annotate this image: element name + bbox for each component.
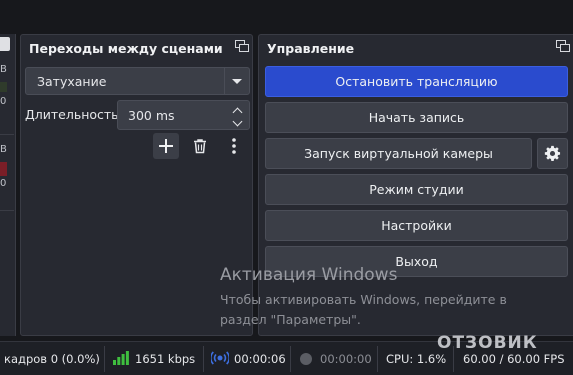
fps: 60.00 / 60.00 FPS: [463, 352, 565, 366]
virtual-camera-settings-button[interactable]: [537, 138, 568, 169]
site-watermark: ОТЗОВИК: [437, 333, 538, 353]
divider: [203, 346, 204, 372]
cpu-usage: CPU: 1.6%: [386, 352, 447, 366]
stop-streaming-button[interactable]: Остановить трансляцию: [265, 66, 568, 97]
dropped-frames: кадров 0 (0.0%): [4, 352, 100, 366]
audio-mixer-edge: B 0 B 0: [0, 34, 16, 336]
transition-menu-button[interactable]: [221, 133, 247, 159]
record-indicator-icon: [300, 353, 312, 365]
duration-label: Длительность: [25, 107, 119, 122]
undock-icon[interactable]: [556, 40, 570, 52]
signal-bars-icon: [113, 351, 129, 365]
activation-watermark-title: Активация Windows: [220, 265, 398, 285]
activation-watermark-text: Чтобы активировать Windows, перейдите в …: [220, 290, 507, 330]
gear-icon: [544, 145, 561, 161]
undock-icon[interactable]: [235, 40, 249, 52]
divider: [377, 346, 378, 372]
activation-line: раздел "Параметры".: [220, 312, 361, 327]
undock-icon[interactable]: [0, 37, 10, 51]
trash-icon: [194, 139, 206, 154]
live-stream-icon: [211, 351, 229, 365]
chevron-down-icon[interactable]: [232, 116, 243, 127]
volume-meter-peak: [0, 162, 7, 176]
divider: [0, 134, 14, 135]
divider: [104, 346, 105, 372]
divider: [0, 210, 14, 211]
mixer-value: 0: [0, 96, 7, 107]
add-icon: [159, 139, 173, 153]
activation-line: Чтобы активировать Windows, перейдите в: [220, 292, 507, 307]
more-vertical-icon: [232, 138, 236, 154]
start-recording-button[interactable]: Начать запись: [265, 102, 568, 133]
panel-title: Управление: [267, 41, 355, 56]
mixer-value: 0: [0, 178, 7, 189]
transition-select[interactable]: Затухание: [25, 67, 250, 95]
divider: [290, 346, 291, 372]
mixer-label: B: [0, 144, 7, 155]
remove-transition-button[interactable]: [187, 133, 213, 159]
duration-input[interactable]: 300 ms: [117, 100, 250, 130]
record-time: 00:00:00: [320, 352, 372, 366]
start-virtual-camera-button[interactable]: Запуск виртуальной камеры: [265, 138, 532, 169]
panel-title: Переходы между сценами: [29, 41, 223, 56]
studio-mode-button[interactable]: Режим студии: [265, 174, 568, 205]
transition-select-value: Затухание: [37, 74, 107, 89]
mixer-label: B: [0, 64, 7, 75]
chevron-up-icon[interactable]: [232, 106, 243, 118]
add-transition-button[interactable]: [153, 133, 179, 159]
settings-button[interactable]: Настройки: [265, 210, 568, 241]
volume-meter: [0, 82, 7, 92]
duration-value: 300 ms: [128, 108, 175, 123]
stream-time: 00:00:06: [234, 352, 286, 366]
chevron-down-icon[interactable]: [224, 68, 249, 94]
bitrate: 1651 kbps: [135, 352, 196, 366]
